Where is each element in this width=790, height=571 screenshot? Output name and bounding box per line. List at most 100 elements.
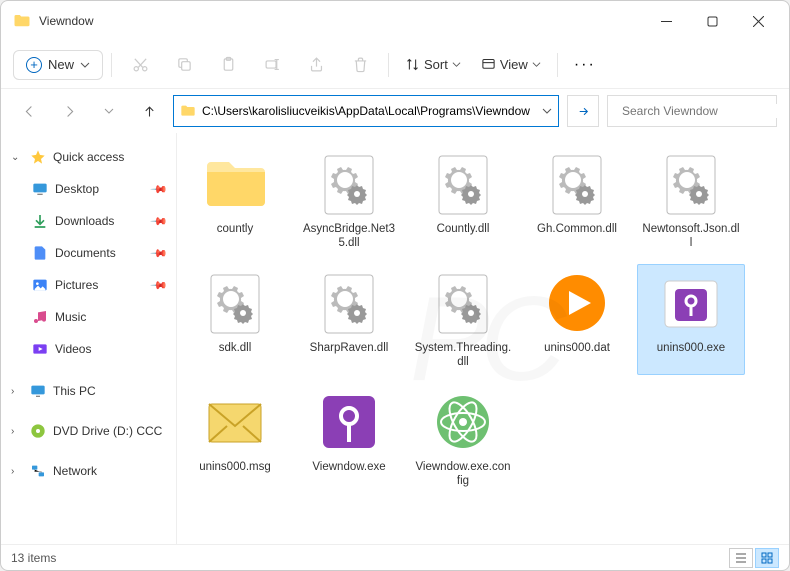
- dat-icon: [543, 269, 611, 337]
- sidebar-item-network[interactable]: ›Network: [5, 455, 172, 487]
- file-name: Gh.Common.dll: [537, 222, 617, 236]
- quick-access-header[interactable]: ⌄ Quick access: [5, 141, 172, 173]
- app-icon: [315, 388, 383, 456]
- file-name: unins000.exe: [657, 341, 725, 355]
- pin-icon: 📌: [150, 276, 169, 295]
- file-item[interactable]: Viewndow.exe.config: [409, 383, 517, 494]
- file-item[interactable]: unins000.exe: [637, 264, 745, 375]
- file-item[interactable]: unins000.msg: [181, 383, 289, 494]
- file-item[interactable]: System.Threading.dll: [409, 264, 517, 375]
- go-button[interactable]: [567, 95, 599, 127]
- file-list: PC countlyAsyncBridge.Net35.dllCountly.d…: [177, 133, 789, 544]
- file-name: SharpRaven.dll: [310, 341, 389, 355]
- recent-button[interactable]: [93, 95, 125, 127]
- disc-icon: [29, 422, 47, 440]
- chevron-right-icon: ›: [11, 466, 23, 477]
- close-button[interactable]: [735, 5, 781, 37]
- msg-icon: [201, 388, 269, 456]
- maximize-button[interactable]: [689, 5, 735, 37]
- file-name: System.Threading.dll: [414, 341, 512, 370]
- status-bar: 13 items: [1, 544, 789, 570]
- sort-label: Sort: [424, 57, 448, 72]
- command-bar: + New Sort View ···: [1, 41, 789, 89]
- icons-view-button[interactable]: [755, 548, 779, 568]
- cut-button[interactable]: [120, 47, 160, 83]
- address-bar: [1, 89, 789, 133]
- file-name: countly: [217, 222, 253, 236]
- address-input-box[interactable]: [173, 95, 559, 127]
- folder-icon: [13, 12, 31, 30]
- sidebar-item-documents[interactable]: Documents📌: [25, 237, 172, 269]
- folder-icon: [180, 103, 196, 119]
- desktop-icon: [31, 180, 49, 198]
- share-button[interactable]: [296, 47, 336, 83]
- details-view-button[interactable]: [729, 548, 753, 568]
- new-button[interactable]: + New: [13, 50, 103, 80]
- sidebar-item-music[interactable]: Music: [25, 301, 172, 333]
- sidebar-item-pictures[interactable]: Pictures📌: [25, 269, 172, 301]
- sidebar-item-downloads[interactable]: Downloads📌: [25, 205, 172, 237]
- sidebar-item-desktop[interactable]: Desktop📌: [25, 173, 172, 205]
- file-item[interactable]: unins000.dat: [523, 264, 631, 375]
- file-name: Viewndow.exe.config: [414, 460, 512, 489]
- up-button[interactable]: [133, 95, 165, 127]
- chevron-down-icon: [452, 60, 461, 69]
- sidebar-item-dvd[interactable]: ›DVD Drive (D:) CCCC: [5, 415, 172, 447]
- pin-icon: 📌: [150, 244, 169, 263]
- dll-icon: [315, 269, 383, 337]
- sidebar-item-videos[interactable]: Videos: [25, 333, 172, 365]
- view-button[interactable]: View: [473, 51, 549, 78]
- search-input[interactable]: [622, 104, 777, 118]
- network-icon: [29, 462, 47, 480]
- back-button[interactable]: [13, 95, 45, 127]
- folder-icon: [201, 150, 269, 218]
- chevron-down-icon: [80, 60, 90, 70]
- dll-icon: [429, 150, 497, 218]
- plus-icon: +: [26, 57, 42, 73]
- file-name: unins000.dat: [544, 341, 610, 355]
- chevron-right-icon: ›: [11, 386, 23, 397]
- file-item[interactable]: countly: [181, 145, 289, 256]
- copy-button[interactable]: [164, 47, 204, 83]
- chevron-right-icon: ›: [11, 426, 23, 437]
- sidebar-item-this-pc[interactable]: ›This PC: [5, 375, 172, 407]
- dll-icon: [201, 269, 269, 337]
- title-bar: Viewndow: [1, 1, 789, 41]
- music-icon: [31, 308, 49, 326]
- navigation-pane: ⌄ Quick access Desktop📌 Downloads📌 Docum…: [1, 133, 177, 544]
- file-name: Viewndow.exe: [312, 460, 385, 474]
- delete-button[interactable]: [340, 47, 380, 83]
- file-name: sdk.dll: [219, 341, 252, 355]
- rename-button[interactable]: [252, 47, 292, 83]
- file-item[interactable]: sdk.dll: [181, 264, 289, 375]
- file-name: Countly.dll: [437, 222, 490, 236]
- file-name: AsyncBridge.Net35.dll: [300, 222, 398, 251]
- window-title: Viewndow: [39, 14, 643, 28]
- chevron-down-icon: ⌄: [11, 152, 23, 163]
- videos-icon: [31, 340, 49, 358]
- dll-icon: [429, 269, 497, 337]
- dll-icon: [543, 150, 611, 218]
- address-input[interactable]: [202, 104, 536, 118]
- item-count: 13 items: [11, 551, 56, 565]
- file-item[interactable]: Newtonsoft.Json.dll: [637, 145, 745, 256]
- pictures-icon: [31, 276, 49, 294]
- explorer-window: Viewndow + New Sort View: [0, 0, 790, 571]
- view-icon: [481, 57, 496, 72]
- config-icon: [429, 388, 497, 456]
- file-item[interactable]: SharpRaven.dll: [295, 264, 403, 375]
- view-label: View: [500, 57, 528, 72]
- sort-button[interactable]: Sort: [397, 51, 469, 78]
- minimize-button[interactable]: [643, 5, 689, 37]
- uninst-icon: [657, 269, 725, 337]
- forward-button[interactable]: [53, 95, 85, 127]
- paste-button[interactable]: [208, 47, 248, 83]
- file-item[interactable]: AsyncBridge.Net35.dll: [295, 145, 403, 256]
- more-button[interactable]: ···: [566, 56, 604, 74]
- file-name: unins000.msg: [199, 460, 271, 474]
- file-item[interactable]: Countly.dll: [409, 145, 517, 256]
- search-box[interactable]: [607, 95, 777, 127]
- chevron-down-icon[interactable]: [542, 106, 552, 116]
- file-item[interactable]: Viewndow.exe: [295, 383, 403, 494]
- file-item[interactable]: Gh.Common.dll: [523, 145, 631, 256]
